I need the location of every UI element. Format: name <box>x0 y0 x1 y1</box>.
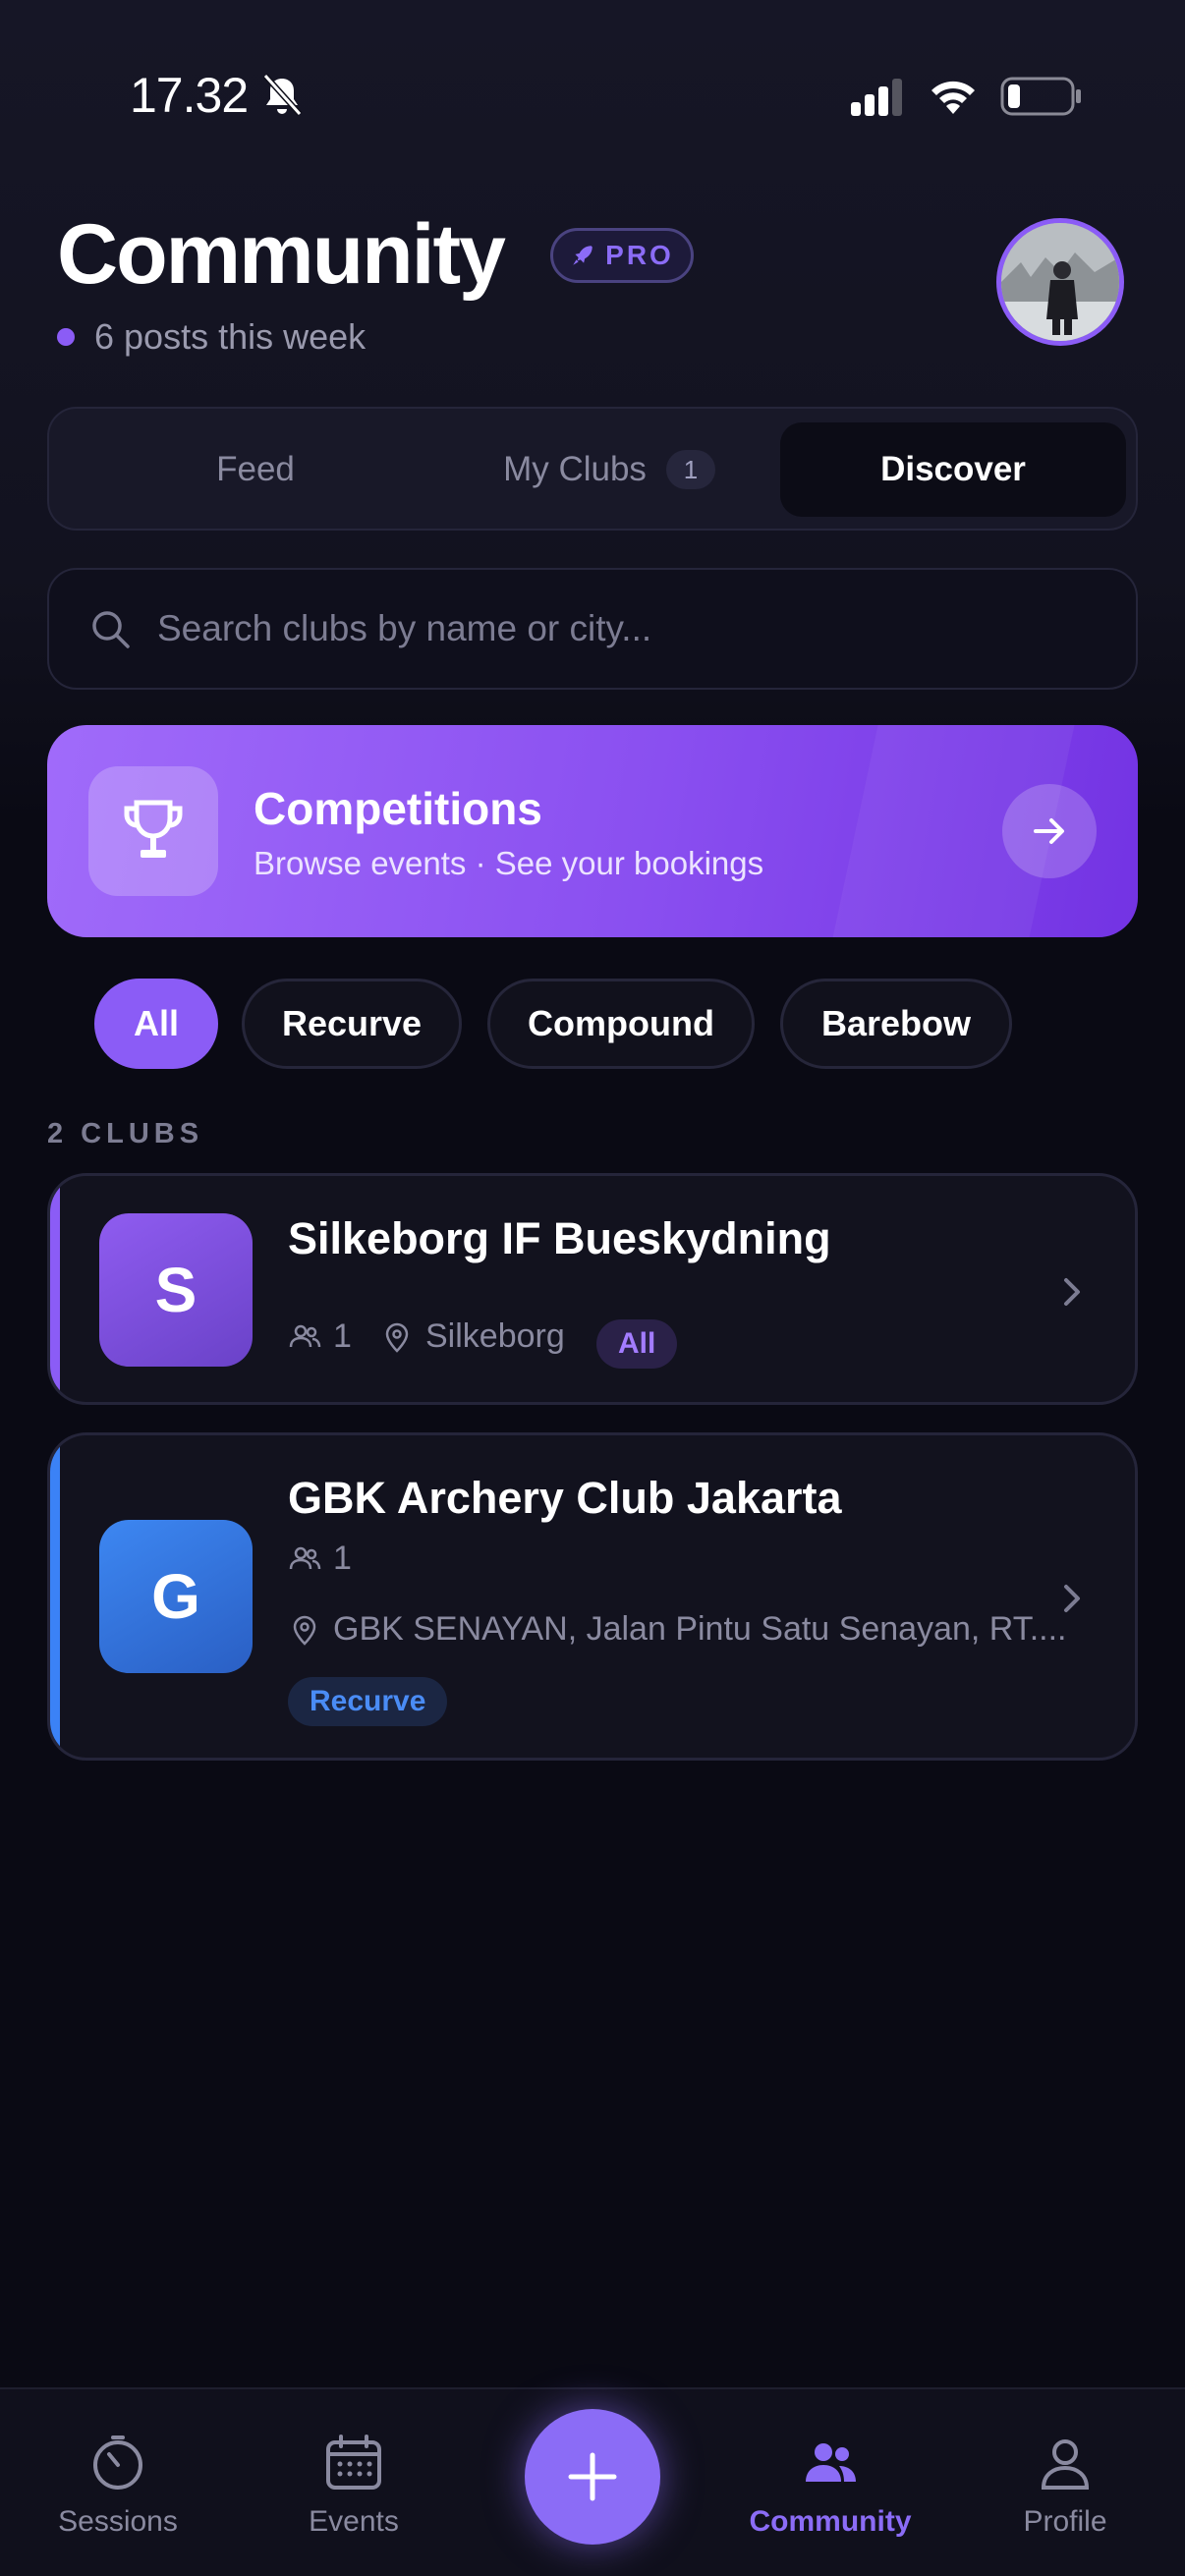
club-members-count: 1 <box>333 1540 352 1577</box>
page-title: Community <box>57 207 506 302</box>
filter-chip-all[interactable]: All <box>94 979 218 1069</box>
competitions-subtitle: Browse events · See your bookings <box>254 845 764 881</box>
club-accent-bar <box>50 1435 60 1758</box>
tab-my-clubs-label: My Clubs <box>503 450 647 488</box>
segmented-tabs: Feed My Clubs 1 Discover <box>47 407 1138 531</box>
tab-feed-label: Feed <box>216 450 295 488</box>
person-icon <box>1041 2439 1090 2490</box>
trophy-icon-container <box>88 766 218 896</box>
nav-events[interactable]: Events <box>275 2433 432 2539</box>
club-accent-bar <box>50 1176 60 1402</box>
nav-sessions-label: Sessions <box>58 2505 178 2538</box>
nav-community-label: Community <box>749 2505 912 2538</box>
stopwatch-icon <box>93 2436 142 2490</box>
rocket-icon <box>573 246 592 265</box>
tab-discover-label: Discover <box>880 450 1026 488</box>
pro-badge-label: PRO <box>605 240 674 270</box>
pro-badge: PRO <box>550 228 694 283</box>
club-name: GBK Archery Club Jakarta <box>288 1473 842 1523</box>
location-pin-icon <box>293 1615 316 1646</box>
calendar-icon <box>326 2435 381 2490</box>
location-pin-icon <box>385 1322 409 1353</box>
chevron-right-icon <box>1064 1585 1080 1612</box>
filter-chip-recurve[interactable]: Recurve <box>242 979 462 1069</box>
search-bar <box>47 568 1138 690</box>
club-location: GBK SENAYAN, Jalan Pintu Satu Senayan, R… <box>288 1610 1094 1649</box>
trophy-icon <box>124 800 183 858</box>
filter-chip-barebow[interactable]: Barebow <box>780 979 1012 1069</box>
club-members-count: 1 <box>333 1317 352 1355</box>
club-name: Silkeborg IF Bueskydning <box>288 1213 831 1263</box>
clubs-count-label: 2 CLUBS <box>47 1118 204 1149</box>
nav-profile-label: Profile <box>1023 2505 1107 2538</box>
bell-muted-icon <box>262 73 303 117</box>
club-members: 1 <box>288 1540 352 1578</box>
wifi-icon <box>931 81 975 114</box>
search-icon <box>92 611 130 648</box>
competitions-banner[interactable]: Competitions Browse events · See your bo… <box>47 725 1138 937</box>
club-location-text: GBK SENAYAN, Jalan Pintu Satu Senayan, R… <box>333 1610 1067 1648</box>
club-logo: G <box>99 1520 253 1673</box>
members-icon <box>289 1324 321 1347</box>
competitions-title: Competitions <box>254 783 542 834</box>
tab-discover[interactable]: Discover <box>780 422 1126 517</box>
status-time: 17.32 <box>130 68 249 123</box>
people-icon <box>806 2443 856 2482</box>
nav-sessions[interactable]: Sessions <box>39 2433 197 2539</box>
chevron-right-icon <box>1064 1278 1080 1306</box>
filter-chip-compound[interactable]: Compound <box>487 979 755 1069</box>
tab-feed[interactable]: Feed <box>79 422 432 517</box>
arrow-right-icon <box>1034 818 1064 844</box>
club-members: 1 <box>288 1317 352 1356</box>
members-icon <box>289 1546 321 1569</box>
status-bar: 17.32 <box>0 0 1185 196</box>
add-button[interactable] <box>525 2409 660 2545</box>
battery-icon <box>1000 77 1081 116</box>
club-bow-tag: Recurve <box>288 1677 448 1726</box>
nav-events-label: Events <box>309 2505 399 2538</box>
status-dot <box>57 328 75 346</box>
club-card[interactable]: G GBK Archery Club Jakarta 1 GBK SENAYAN… <box>47 1432 1138 1761</box>
nav-community[interactable]: Community <box>727 2433 933 2539</box>
avatar[interactable] <box>996 218 1124 346</box>
club-bow-tag: All <box>596 1319 678 1369</box>
club-card[interactable]: S Silkeborg IF Bueskydning 1 Silkeborg A… <box>47 1173 1138 1405</box>
plus-icon <box>568 2452 617 2501</box>
posts-summary: 6 posts this week <box>57 316 366 358</box>
club-logo: S <box>99 1213 253 1367</box>
posts-summary-text: 6 posts this week <box>94 316 367 357</box>
my-clubs-count-badge: 1 <box>665 450 715 489</box>
signal-icon <box>851 79 902 116</box>
club-location-text: Silkeborg <box>425 1317 565 1355</box>
club-location: Silkeborg <box>380 1317 565 1356</box>
avatar-photo <box>1001 223 1119 341</box>
tab-my-clubs[interactable]: My Clubs 1 <box>432 422 786 517</box>
competitions-arrow-button[interactable] <box>1002 784 1097 878</box>
search-input[interactable] <box>157 608 1042 649</box>
nav-profile[interactable]: Profile <box>987 2433 1144 2539</box>
